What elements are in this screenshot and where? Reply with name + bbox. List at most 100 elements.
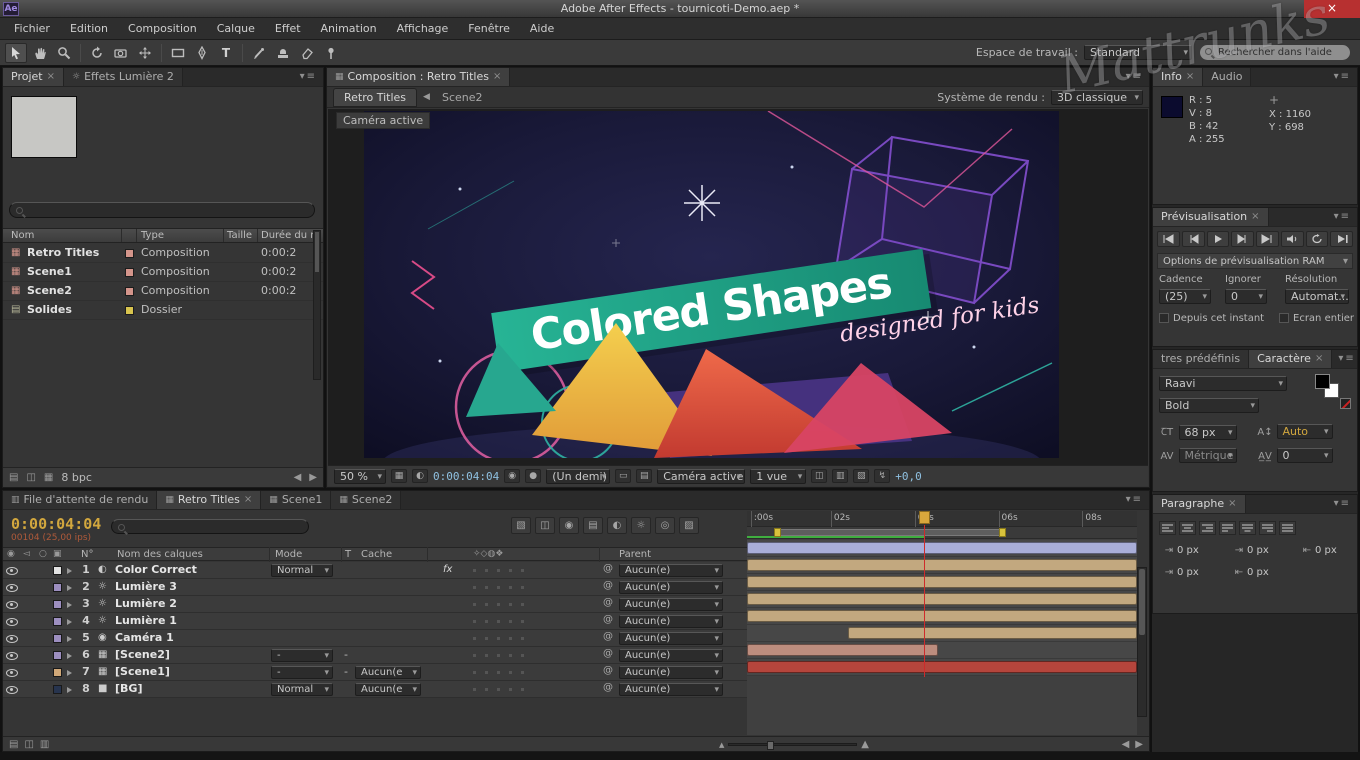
font-size-select[interactable]: 68 px xyxy=(1179,425,1237,440)
viewer-lock-icon[interactable]: ◀ xyxy=(423,92,430,102)
ram-preview-options-header[interactable]: Options de prévisualisation RAM xyxy=(1157,253,1353,269)
no-color-swatch[interactable] xyxy=(1340,398,1351,409)
parent-select[interactable]: Aucun(e) xyxy=(619,649,723,662)
magnification-select[interactable]: 50 % xyxy=(334,469,386,484)
panel-menu-icon[interactable] xyxy=(1328,495,1357,513)
work-area[interactable] xyxy=(747,527,1137,539)
render-engine-button[interactable]: 3D classique xyxy=(1051,90,1143,105)
column-parent[interactable]: Parent xyxy=(619,548,651,561)
track-matte-select[interactable]: Aucun(e xyxy=(355,683,421,696)
parent-select[interactable]: Aucun(e) xyxy=(619,683,723,696)
hide-shy-layers-icon[interactable]: ◉ xyxy=(559,517,579,534)
fill-color-swatch[interactable] xyxy=(1315,374,1330,389)
work-area-end-handle[interactable] xyxy=(999,528,1006,537)
cadence-select[interactable]: (25) xyxy=(1159,289,1211,304)
menu-item[interactable]: Edition xyxy=(60,18,118,39)
parent-pickwhip-icon[interactable] xyxy=(603,614,613,625)
eye-icon[interactable] xyxy=(6,583,18,592)
tab-timeline-scene1[interactable]: ▦ Scene1 xyxy=(261,491,331,509)
layer-bar-row[interactable] xyxy=(747,557,1137,574)
layer-name[interactable]: Lumière 3 xyxy=(115,579,267,595)
timeline-search-input[interactable] xyxy=(111,519,309,534)
eye-icon[interactable] xyxy=(6,668,18,677)
layer-duration-bar[interactable] xyxy=(747,542,1137,554)
layer-duration-bar[interactable] xyxy=(747,661,1137,673)
pen-tool-icon[interactable] xyxy=(191,43,213,63)
layer-name[interactable]: Color Correct xyxy=(115,562,267,578)
camera-tool-icon[interactable] xyxy=(110,43,132,63)
viewer-timecode[interactable]: 0:00:04:04 xyxy=(433,470,499,483)
hscroll-left-icon[interactable]: ◀ xyxy=(1122,739,1130,750)
comp-flowchart-icon[interactable]: ▧ xyxy=(853,469,869,483)
space-before-field[interactable]: ⇥0 px xyxy=(1161,567,1199,578)
close-tab-icon[interactable]: × xyxy=(1315,350,1323,368)
table-row[interactable]: 2 ☼ Lumière 3 Aucun(e) xyxy=(3,579,747,596)
next-frame-icon[interactable] xyxy=(1231,231,1254,247)
full-screen-checkbox[interactable]: Ecran entier xyxy=(1279,313,1354,324)
layer-bar-row[interactable] xyxy=(747,608,1137,625)
layer-name[interactable]: Lumière 2 xyxy=(115,596,267,612)
table-row[interactable]: 6 ▦ [Scene2] - - Aucun(e) xyxy=(3,647,747,664)
parent-pickwhip-icon[interactable] xyxy=(603,580,613,591)
expand-arrow-icon[interactable] xyxy=(67,636,72,642)
text-tool-icon[interactable]: T xyxy=(215,43,237,63)
table-row[interactable]: 8 ■ [BG] Normal Aucun(e Aucun(e) xyxy=(3,681,747,698)
leading-select[interactable]: Auto xyxy=(1277,424,1333,439)
justify-last-right-icon[interactable] xyxy=(1259,521,1276,535)
first-line-indent-field[interactable]: ⇥0 px xyxy=(1231,545,1269,556)
parent-select[interactable]: Aucun(e) xyxy=(619,615,723,628)
menu-item[interactable]: Fenêtre xyxy=(458,18,520,39)
resolution-select[interactable]: (Un demi) xyxy=(546,469,610,484)
tab-paragraph[interactable]: Paragraphe× xyxy=(1153,495,1246,513)
label-color-chip[interactable] xyxy=(125,249,134,258)
first-frame-icon[interactable] xyxy=(1157,231,1180,247)
panel-menu-icon[interactable] xyxy=(1332,350,1360,368)
panel-menu-icon[interactable] xyxy=(294,68,323,86)
brush-tool-icon[interactable] xyxy=(248,43,270,63)
eye-icon[interactable] xyxy=(6,634,18,643)
project-row[interactable]: ▦ Scene1 Composition 0:00:2 xyxy=(3,263,323,282)
auto-keyframe-icon[interactable]: ◎ xyxy=(655,517,675,534)
expand-arrow-icon[interactable] xyxy=(67,653,72,659)
parent-pickwhip-icon[interactable] xyxy=(603,665,613,676)
layer-switches[interactable] xyxy=(473,586,533,589)
column-taille[interactable]: Taille xyxy=(227,229,252,243)
eye-icon[interactable] xyxy=(6,566,18,575)
column-number[interactable]: N° xyxy=(81,548,93,561)
tab-preview[interactable]: Prévisualisation× xyxy=(1153,208,1269,226)
layer-bar-row[interactable] xyxy=(747,659,1137,676)
expand-layer-switches-icon[interactable]: ▤ xyxy=(9,739,18,750)
project-row[interactable]: ▤ Solides Dossier xyxy=(3,301,323,320)
label-color-chip[interactable] xyxy=(125,268,134,277)
layer-color-chip[interactable] xyxy=(53,617,62,626)
parent-select[interactable]: Aucun(e) xyxy=(619,581,723,594)
timeline-zoom-slider[interactable]: ▲ ▲ xyxy=(719,740,869,749)
column-nom[interactable]: Nom xyxy=(11,229,34,243)
layer-color-chip[interactable] xyxy=(53,583,62,592)
project-row[interactable]: ▦ Scene2 Composition 0:00:2 xyxy=(3,282,323,301)
layer-switches[interactable] xyxy=(473,688,533,691)
column-duree[interactable]: Durée du m xyxy=(261,229,320,243)
play-icon[interactable] xyxy=(1207,231,1230,247)
align-left-icon[interactable] xyxy=(1159,521,1176,535)
parent-select[interactable]: Aucun(e) xyxy=(619,666,723,679)
align-right-icon[interactable] xyxy=(1199,521,1216,535)
layer-switches[interactable] xyxy=(473,671,533,674)
layer-switches[interactable] xyxy=(473,603,533,606)
layer-color-chip[interactable] xyxy=(53,634,62,643)
layer-duration-bar[interactable] xyxy=(747,610,1137,622)
last-frame-icon[interactable] xyxy=(1256,231,1279,247)
current-time-indicator-head[interactable] xyxy=(919,511,930,524)
hscroll-right-icon[interactable]: ▶ xyxy=(1135,739,1143,750)
panel-menu-icon[interactable] xyxy=(1120,491,1149,509)
clone-stamp-tool-icon[interactable] xyxy=(272,43,294,63)
parent-pickwhip-icon[interactable] xyxy=(603,597,613,608)
layer-color-chip[interactable] xyxy=(53,685,62,694)
layer-color-chip[interactable] xyxy=(53,668,62,677)
parent-select[interactable]: Aucun(e) xyxy=(619,598,723,611)
layer-name[interactable]: [BG] xyxy=(115,681,267,697)
layer-duration-bar[interactable] xyxy=(848,627,1137,639)
label-color-chip[interactable] xyxy=(125,287,134,296)
eye-icon[interactable] xyxy=(6,685,18,694)
expand-arrow-icon[interactable] xyxy=(67,568,72,574)
